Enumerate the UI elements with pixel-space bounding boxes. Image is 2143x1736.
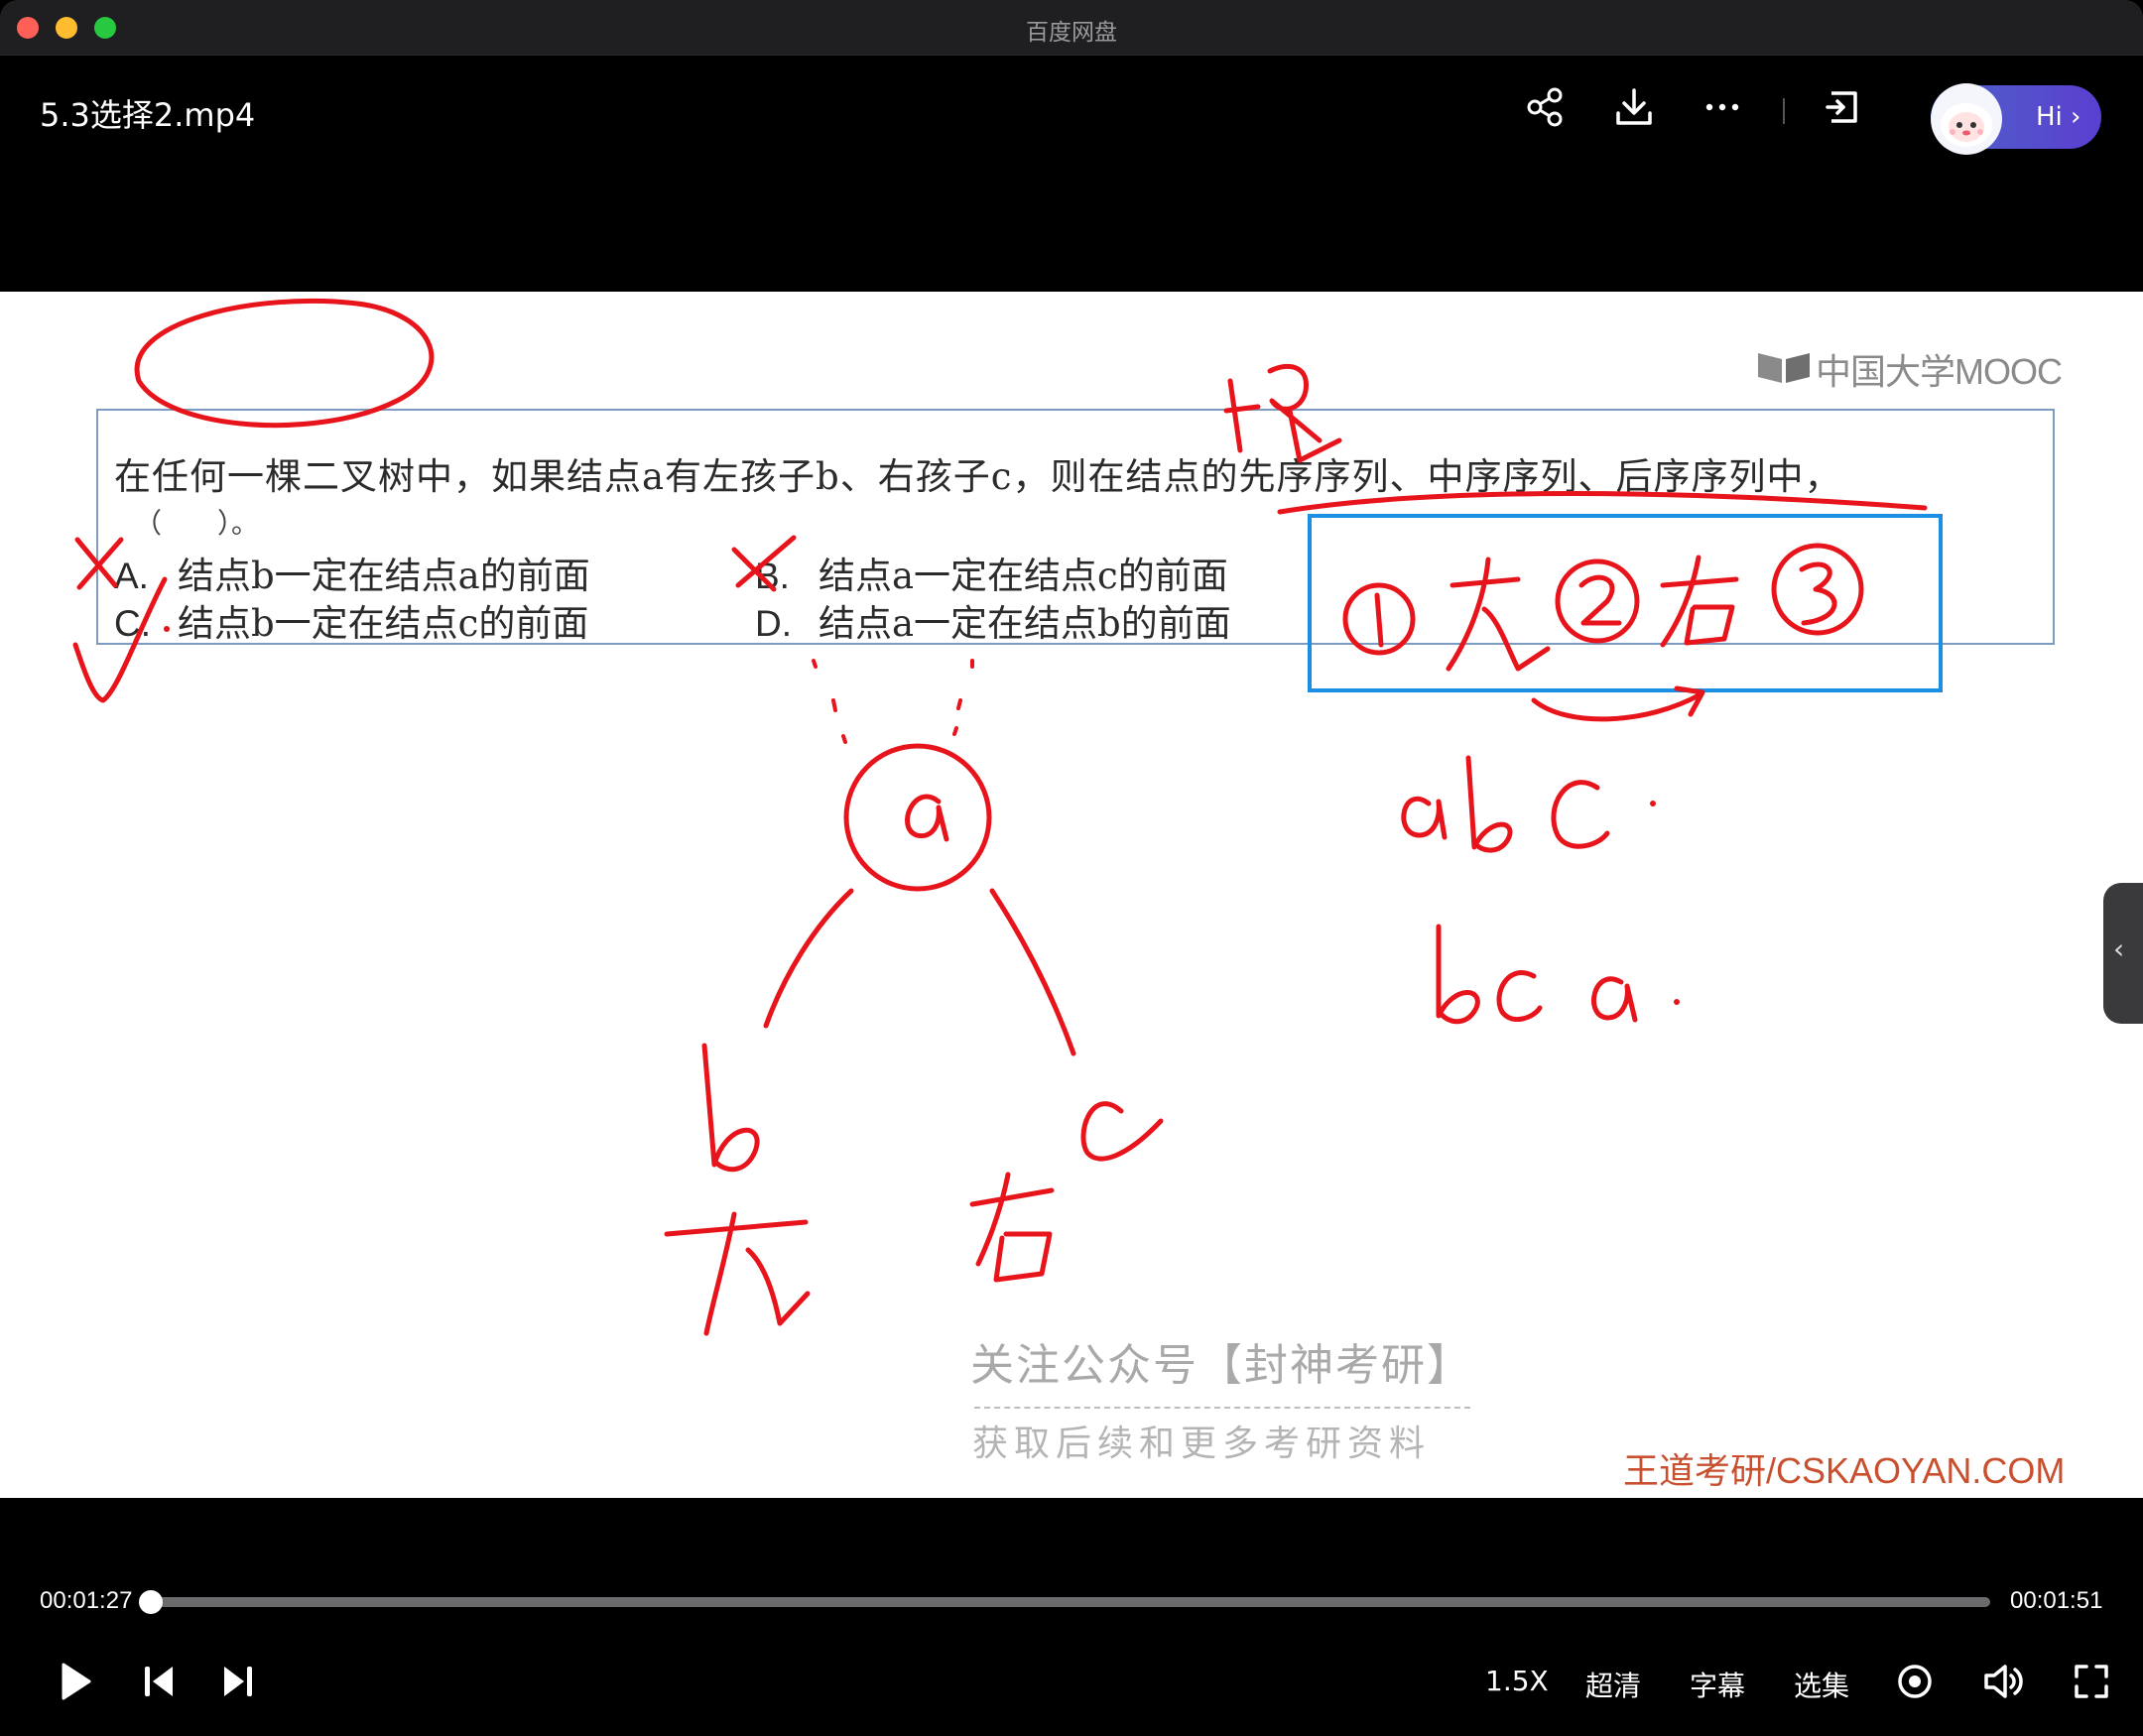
sequence-bca bbox=[1436, 924, 1480, 1025]
check-mark bbox=[72, 576, 168, 703]
sequence-abc bbox=[1401, 796, 1448, 840]
chevron-right-icon: › bbox=[2071, 102, 2081, 132]
underline-mark bbox=[1277, 491, 1928, 515]
volume-icon[interactable] bbox=[1980, 1659, 2026, 1704]
tree-node-c bbox=[1080, 1101, 1164, 1162]
tree-edge bbox=[989, 888, 1076, 1056]
root-note bbox=[1223, 363, 1342, 463]
player-controls: 00:01:27 00:01:51 1.5X 超清 字幕 选集 bbox=[0, 1498, 2143, 1736]
playback-speed-button[interactable]: 1.5X bbox=[1485, 1665, 1549, 1697]
assistant-avatar-icon bbox=[1931, 83, 2002, 155]
right-note bbox=[969, 1172, 1055, 1283]
progress-handle[interactable] bbox=[139, 1590, 163, 1614]
share-icon[interactable] bbox=[1524, 85, 1568, 129]
left-note bbox=[1446, 557, 1551, 672]
player-window: 百度网盘 5.3选择2.mp4 Hi › 中国大学MOOC 在任何一棵二叉树中，… bbox=[0, 0, 2143, 1736]
watermark-divider bbox=[974, 1407, 1470, 1409]
circle-mark bbox=[134, 298, 435, 429]
watermark-site: 王道考研/CSKAOYAN.COM bbox=[1623, 1450, 2066, 1491]
app-title: 百度网盘 bbox=[1026, 20, 1117, 46]
play-icon[interactable] bbox=[52, 1659, 97, 1704]
previous-icon[interactable] bbox=[137, 1659, 183, 1704]
download-icon[interactable] bbox=[1612, 85, 1656, 129]
watermark-wechat: 关注公众号【封神考研】 bbox=[970, 1340, 1472, 1391]
tree-node-b bbox=[701, 1043, 760, 1173]
ai-assistant-button[interactable]: Hi › bbox=[1931, 83, 2101, 155]
cross-mark bbox=[731, 535, 797, 592]
subtitle-button[interactable]: 字幕 bbox=[1690, 1665, 1745, 1704]
left-note bbox=[664, 1211, 811, 1336]
fullscreen-icon[interactable] bbox=[2069, 1659, 2114, 1704]
picture-in-picture-icon[interactable] bbox=[1822, 85, 1865, 129]
side-panel-toggle[interactable]: ‹ bbox=[2103, 883, 2143, 1024]
total-time: 00:01:51 bbox=[2010, 1587, 2103, 1614]
video-file-title: 5.3选择2.mp4 bbox=[40, 96, 256, 134]
ai-assistant-label: Hi bbox=[2036, 102, 2063, 132]
toolbar-divider bbox=[1783, 98, 1785, 124]
episodes-button[interactable]: 选集 bbox=[1794, 1665, 1849, 1704]
cross-mark bbox=[74, 537, 124, 590]
next-icon[interactable] bbox=[214, 1659, 260, 1704]
dotted-mark bbox=[812, 659, 974, 744]
chevron-left-icon: ‹ bbox=[2113, 932, 2125, 965]
current-time: 00:01:27 bbox=[40, 1587, 133, 1614]
arrow-mark bbox=[1531, 685, 1705, 722]
tree-edge bbox=[763, 888, 854, 1029]
right-note bbox=[1660, 555, 1739, 648]
title-bar: 百度网盘 bbox=[0, 0, 2143, 56]
more-icon[interactable] bbox=[1701, 85, 1744, 129]
tree-node-a bbox=[843, 743, 992, 892]
video-frame[interactable]: 中国大学MOOC 在任何一棵二叉树中，如果结点a有左孩子b、右孩子c，则在结点的… bbox=[0, 292, 2143, 1498]
eye-protection-icon[interactable] bbox=[1892, 1659, 1938, 1704]
circle-mark bbox=[1555, 558, 1640, 644]
handwritten-annotations bbox=[72, 298, 1928, 1336]
video-top-bar: 5.3选择2.mp4 Hi › bbox=[0, 56, 2143, 155]
quality-button[interactable]: 超清 bbox=[1585, 1665, 1641, 1704]
progress-bar[interactable] bbox=[139, 1590, 1990, 1614]
watermark-subtext: 获取后续和更多考研资料 bbox=[972, 1424, 1432, 1464]
